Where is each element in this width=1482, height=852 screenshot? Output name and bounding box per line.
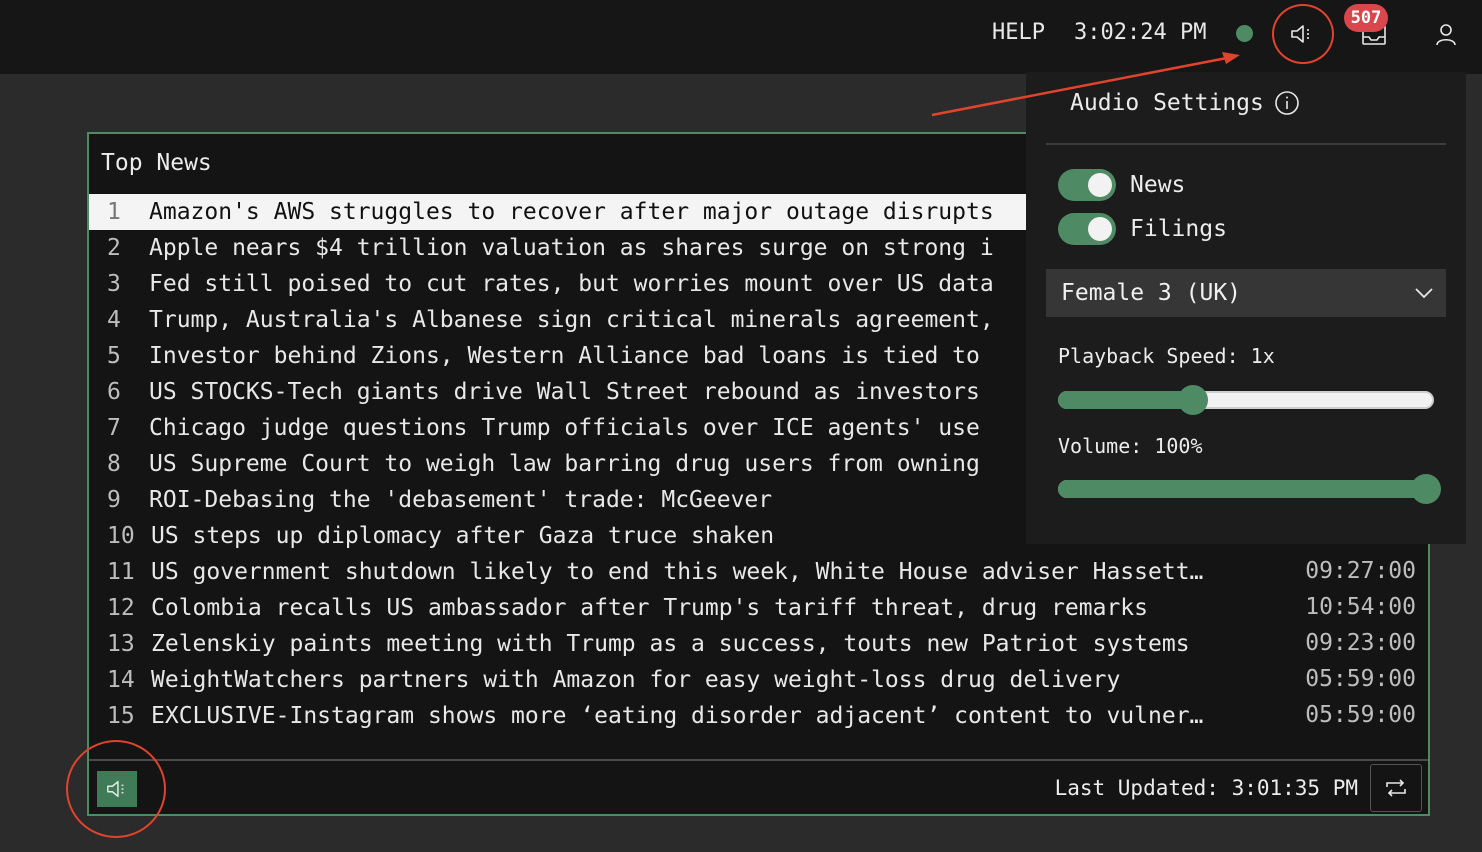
news-headline[interactable]: US STOCKS-Tech giants drive Wall Street …: [149, 379, 980, 405]
news-row-number: 14: [107, 667, 135, 693]
news-headline[interactable]: Trump, Australia's Albanese sign critica…: [149, 307, 994, 333]
news-row[interactable]: 12 Colombia recalls US ambassador after T…: [89, 590, 1428, 626]
audio-settings-popup: Audio Settings News Filings Female 3 (UK…: [1026, 72, 1466, 544]
slider-thumb[interactable]: [1411, 474, 1442, 504]
playback-speed-label: Playback Speed: 1x: [1058, 344, 1275, 368]
help-link[interactable]: HELP: [992, 20, 1045, 45]
news-row-number: 15: [107, 703, 135, 729]
speaker-icon: [107, 780, 124, 798]
voice-select-value: Female 3 (UK): [1061, 280, 1242, 306]
news-row-number: 12: [107, 595, 135, 621]
playback-speed-slider[interactable]: [1058, 385, 1434, 415]
popup-divider: [1046, 143, 1446, 145]
user-account-button[interactable]: [1426, 14, 1466, 54]
info-icon[interactable]: [1274, 90, 1300, 116]
top-bar: HELP 3:02:24 PM 507: [0, 0, 1482, 74]
news-row-number: 4: [107, 307, 121, 333]
news-row-number: 10: [107, 523, 135, 549]
news-headline[interactable]: Apple nears $4 trillion valuation as sha…: [149, 235, 994, 261]
news-row-number: 7: [107, 415, 121, 441]
refresh-icon: [1386, 779, 1406, 797]
news-row-number: 5: [107, 343, 121, 369]
news-time: 10:54:00: [1305, 594, 1416, 620]
news-row-number: 13: [107, 631, 135, 657]
news-headline[interactable]: Zelenskiy paints meeting with Trump as a…: [151, 631, 1190, 657]
news-headline[interactable]: Investor behind Zions, Western Alliance …: [149, 343, 980, 369]
news-row[interactable]: 15 EXCLUSIVE-Instagram shows more ‘eating…: [89, 698, 1428, 734]
news-row[interactable]: 11 US government shutdown likely to end t…: [89, 554, 1428, 590]
news-headline[interactable]: Chicago judge questions Trump officials …: [149, 415, 980, 441]
filings-toggle[interactable]: [1058, 213, 1116, 245]
news-headline[interactable]: Colombia recalls US ambassador after Tru…: [151, 595, 1148, 621]
slider-fill: [1058, 480, 1427, 498]
user-icon: [1436, 24, 1456, 46]
news-toggle-row: News: [1058, 169, 1185, 201]
clock: 3:02:24 PM: [1074, 20, 1207, 45]
filings-toggle-row: Filings: [1058, 213, 1227, 245]
read-aloud-button[interactable]: [97, 771, 137, 807]
news-time: 09:27:00: [1305, 558, 1416, 584]
chevron-down-icon: [1415, 288, 1433, 299]
news-headline[interactable]: US government shutdown likely to end thi…: [151, 559, 1203, 585]
news-headline[interactable]: EXCLUSIVE-Instagram shows more ‘eating d…: [151, 703, 1203, 729]
popup-title: Audio Settings: [1070, 90, 1300, 116]
news-headline[interactable]: WeightWatchers partners with Amazon for …: [151, 667, 1120, 693]
news-toggle-label: News: [1130, 172, 1186, 198]
news-time: 05:59:00: [1305, 702, 1416, 728]
footer-divider: [89, 759, 1428, 761]
news-row[interactable]: 13 Zelenskiy paints meeting with Trump as…: [89, 626, 1428, 662]
slider-thumb[interactable]: [1178, 385, 1209, 415]
news-row-number: 9: [107, 487, 121, 513]
news-headline[interactable]: Amazon's AWS struggles to recover after …: [149, 199, 994, 225]
popup-title-text: Audio Settings: [1070, 90, 1264, 116]
filings-toggle-label: Filings: [1130, 216, 1227, 242]
audio-settings-button[interactable]: [1282, 14, 1322, 54]
panel-title: Top News: [101, 150, 212, 176]
news-row-number: 1: [107, 199, 121, 225]
news-headline[interactable]: ROI-Debasing the 'debasement' trade: McG…: [149, 487, 772, 513]
slider-fill: [1058, 391, 1194, 409]
news-row-number: 11: [107, 559, 135, 585]
news-row[interactable]: 14 WeightWatchers partners with Amazon fo…: [89, 662, 1428, 698]
news-row-number: 2: [107, 235, 121, 261]
news-headline[interactable]: Fed still poised to cut rates, but worri…: [149, 271, 994, 297]
news-toggle[interactable]: [1058, 169, 1116, 201]
news-headline[interactable]: US Supreme Court to weigh law barring dr…: [149, 451, 980, 477]
news-headline[interactable]: US steps up diplomacy after Gaza truce s…: [151, 523, 774, 549]
volume-slider[interactable]: [1058, 474, 1442, 504]
news-row-number: 3: [107, 271, 121, 297]
voice-select[interactable]: Female 3 (UK): [1046, 269, 1446, 317]
last-updated-text: Last Updated: 3:01:35 PM: [1054, 776, 1358, 800]
speaker-icon: [1291, 25, 1309, 43]
news-time: 05:59:00: [1305, 666, 1416, 692]
notification-count-badge: 507: [1344, 4, 1388, 32]
news-time: 09:23:00: [1305, 630, 1416, 656]
news-row-number: 6: [107, 379, 121, 405]
refresh-button[interactable]: [1370, 764, 1422, 812]
volume-label: Volume: 100%: [1058, 434, 1203, 458]
connection-status-dot: [1236, 25, 1253, 42]
news-row-number: 8: [107, 451, 121, 477]
